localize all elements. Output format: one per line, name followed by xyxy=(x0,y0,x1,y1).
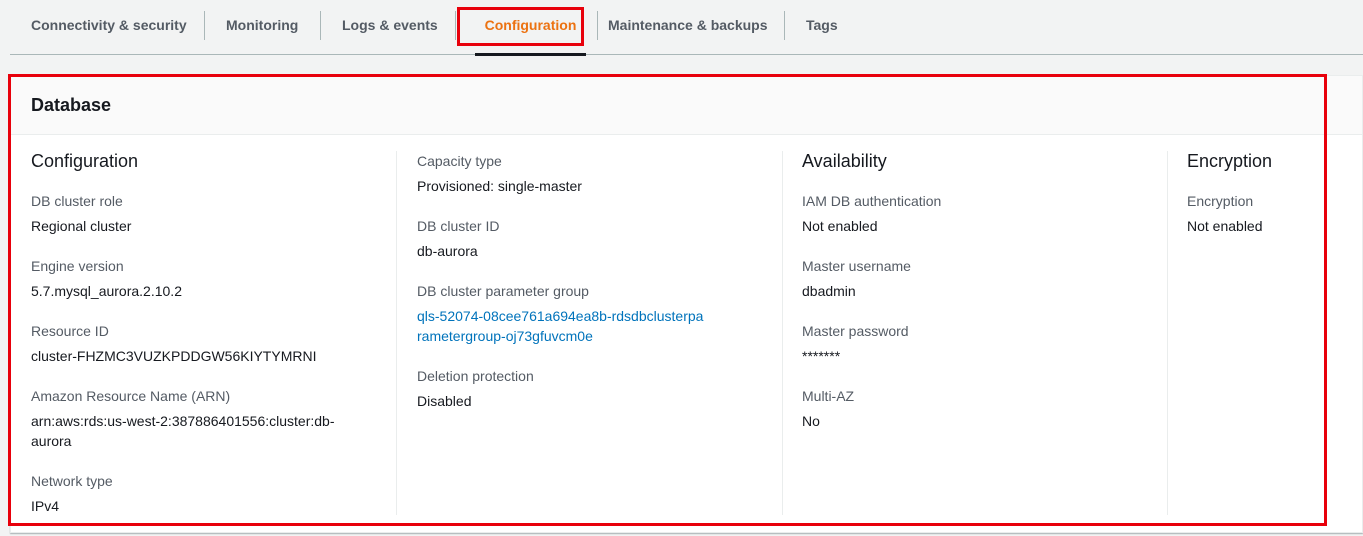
field-value: Provisioned: single-master xyxy=(417,178,582,194)
tab-divider xyxy=(320,11,321,40)
field-value: Regional cluster xyxy=(31,218,132,234)
tab-label: Maintenance & backups xyxy=(608,17,768,33)
tab-label: Logs & events xyxy=(342,17,438,33)
column-divider xyxy=(1167,151,1168,515)
field-label: DB cluster parameter group xyxy=(417,283,589,299)
field-label: Master username xyxy=(802,258,911,274)
tab-tags[interactable]: Tags xyxy=(806,0,838,54)
tab-divider xyxy=(597,11,598,40)
field-value: Not enabled xyxy=(802,218,878,234)
column-divider xyxy=(782,151,783,515)
field-value: Disabled xyxy=(417,393,472,409)
deletion-protection: Deletion protection Disabled xyxy=(417,366,787,411)
availability-heading: Availability xyxy=(802,151,887,171)
db-cluster-role: DB cluster role Regional cluster xyxy=(31,191,401,236)
iam-db-authentication: IAM DB authentication Not enabled xyxy=(802,191,1172,236)
network-type: Network type IPv4 xyxy=(31,471,401,516)
db-cluster-parameter-group: DB cluster parameter group qls-52074-08c… xyxy=(417,281,787,346)
tab-label: Connectivity & security xyxy=(31,17,187,33)
availability-column: Availability IAM DB authentication Not e… xyxy=(802,151,1172,451)
database-panel: Database Configuration DB cluster role R… xyxy=(10,75,1363,533)
encryption-field: Encryption Not enabled xyxy=(1187,191,1357,236)
capacity-type: Capacity type Provisioned: single-master xyxy=(417,151,787,196)
cluster-column: Capacity type Provisioned: single-master… xyxy=(417,151,787,431)
encryption-column: Encryption Encryption Not enabled xyxy=(1187,151,1357,256)
field-value: dbadmin xyxy=(802,283,856,299)
field-label: DB cluster ID xyxy=(417,218,500,234)
panel-title: Database xyxy=(11,76,1362,135)
field-value: No xyxy=(802,413,820,429)
field-value: cluster-FHZMC3VUZKPDDGW56KIYTYMRNI xyxy=(31,348,317,364)
engine-version: Engine version 5.7.mysql_aurora.2.10.2 xyxy=(31,256,401,301)
field-label: Resource ID xyxy=(31,323,109,339)
tab-bar: Connectivity & security Monitoring Logs … xyxy=(10,0,1363,56)
master-username: Master username dbadmin xyxy=(802,256,1172,301)
tab-logs-events[interactable]: Logs & events xyxy=(342,0,438,54)
parameter-group-link[interactable]: qls-52074-08cee761a694ea8b-rdsdbclusterp… xyxy=(417,306,707,346)
field-value: arn:aws:rds:us-west-2:387886401556:clust… xyxy=(31,413,335,449)
multi-az: Multi-AZ No xyxy=(802,386,1172,431)
column-divider xyxy=(396,151,397,515)
tab-monitoring[interactable]: Monitoring xyxy=(226,0,298,54)
field-label: DB cluster role xyxy=(31,193,123,209)
field-label: Amazon Resource Name (ARN) xyxy=(31,388,231,404)
tab-connectivity-security[interactable]: Connectivity & security xyxy=(31,0,187,54)
field-label: Network type xyxy=(31,473,113,489)
field-label: Engine version xyxy=(31,258,124,274)
master-password: Master password ******* xyxy=(802,321,1172,366)
tab-label: Tags xyxy=(806,17,838,33)
field-label: Deletion protection xyxy=(417,368,534,384)
field-value: Not enabled xyxy=(1187,218,1263,234)
field-value: IPv4 xyxy=(31,498,60,514)
field-label: Master password xyxy=(802,323,909,339)
configuration-heading: Configuration xyxy=(31,151,139,171)
configuration-column: Configuration DB cluster role Regional c… xyxy=(31,151,401,536)
tab-divider xyxy=(204,11,205,40)
db-cluster-id: DB cluster ID db-aurora xyxy=(417,216,787,261)
tab-configuration[interactable]: Configuration xyxy=(475,0,586,56)
tab-divider xyxy=(784,11,785,40)
field-label: Capacity type xyxy=(417,153,502,169)
tab-maintenance-backups[interactable]: Maintenance & backups xyxy=(608,0,768,54)
field-value: 5.7.mysql_aurora.2.10.2 xyxy=(31,283,182,299)
field-value: ******* xyxy=(802,348,841,364)
arn: Amazon Resource Name (ARN) arn:aws:rds:u… xyxy=(31,386,401,451)
tab-label: Configuration xyxy=(484,17,577,33)
tab-divider xyxy=(455,11,456,40)
field-label: Encryption xyxy=(1187,193,1254,209)
encryption-heading: Encryption xyxy=(1187,151,1273,171)
field-value: db-aurora xyxy=(417,243,478,259)
tab-label: Monitoring xyxy=(226,17,299,33)
resource-id: Resource ID cluster-FHZMC3VUZKPDDGW56KIY… xyxy=(31,321,401,366)
field-label: Multi-AZ xyxy=(802,388,855,404)
field-label: IAM DB authentication xyxy=(802,193,942,209)
